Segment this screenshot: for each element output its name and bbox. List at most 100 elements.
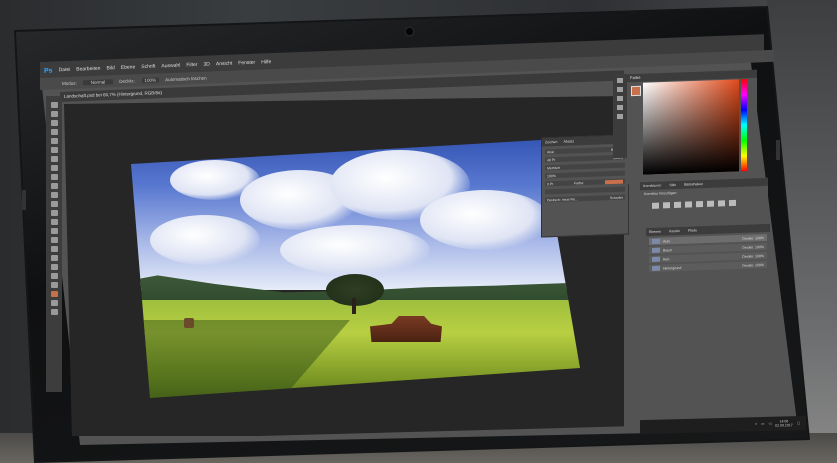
antialias-select[interactable]: Scharfer	[610, 195, 623, 199]
font-size-field[interactable]: 48 Pt	[547, 158, 555, 162]
screen-mode-icon[interactable]	[50, 309, 58, 315]
clock-date: 02.09.2017	[775, 423, 793, 428]
tab-bibliotheken[interactable]: Bibliotheken	[684, 182, 703, 187]
stamp-tool-icon[interactable]	[50, 174, 58, 180]
adjustments-panel: Korrekturen Stile Bibliotheken Korrektur…	[640, 177, 768, 229]
tab-stile[interactable]: Stile	[669, 183, 676, 187]
layer-opacity: Deckkr. 100%	[742, 235, 764, 241]
image-cloud	[150, 215, 260, 265]
language-select[interactable]: Deutsch: neue Re...	[547, 197, 578, 202]
menu-item-schrift[interactable]: Schrift	[141, 64, 155, 71]
tab-pfade[interactable]: Pfade	[688, 228, 697, 232]
marquee-tool-icon[interactable]	[50, 111, 58, 117]
notifications-icon[interactable]: ▢	[797, 421, 800, 425]
layer-name: Reh	[663, 256, 670, 262]
history-brush-tool-icon[interactable]	[50, 183, 58, 189]
webcam	[406, 28, 413, 35]
properties-icon[interactable]	[617, 87, 623, 92]
black-white-icon[interactable]	[729, 199, 736, 207]
more-tools-icon[interactable]	[50, 282, 58, 288]
modus-select[interactable]: Normal	[82, 78, 114, 85]
color-balance-icon[interactable]	[718, 200, 725, 207]
shape-tool-icon[interactable]	[50, 255, 58, 261]
kerning-select[interactable]: Metrisch	[547, 165, 560, 169]
color-panel: Farbe	[627, 69, 757, 185]
menu-item-bearbeiten[interactable]: Bearbeiten	[76, 66, 100, 73]
dodge-tool-icon[interactable]	[50, 219, 58, 225]
layer-row[interactable]: Hintergrund Deckkr. 100%	[649, 260, 767, 273]
color-label: Farbe:	[574, 180, 585, 185]
tools-panel	[46, 96, 62, 392]
layer-thumbnail	[652, 265, 660, 271]
foreground-color-swatch[interactable]	[50, 291, 58, 297]
layers-panel: Ebenen Kanäle Pfade Auto Deckkr. 100% Ba…	[646, 223, 770, 419]
deckkraft-label: Deckkr.:	[119, 77, 136, 84]
type-tool-icon[interactable]	[50, 237, 58, 243]
layer-opacity: Deckkr. 100%	[742, 262, 764, 268]
healing-tool-icon[interactable]	[50, 156, 58, 162]
tab-absatz[interactable]: Absatz	[563, 139, 574, 143]
path-select-tool-icon[interactable]	[50, 246, 58, 252]
system-clock[interactable]: 14:06 02.09.2017	[775, 419, 793, 427]
move-tool-icon[interactable]	[50, 102, 58, 108]
deckkraft-field[interactable]: 100%	[141, 76, 160, 83]
history-icon[interactable]	[617, 78, 623, 83]
volume-icon[interactable]: ◁	[768, 422, 771, 426]
tab-kanaele[interactable]: Kanäle	[669, 229, 680, 233]
levels-icon[interactable]	[663, 202, 670, 209]
info-icon[interactable]	[617, 96, 623, 101]
scale-field[interactable]: 100%	[547, 174, 556, 178]
menu-item-filter[interactable]: Filter	[186, 62, 197, 68]
language-row: Deutsch: neue Re... Scharfer	[545, 194, 625, 203]
blur-tool-icon[interactable]	[50, 210, 58, 216]
menu-item-ansicht[interactable]: Ansicht	[216, 61, 232, 68]
style-buttons-row[interactable]	[545, 186, 625, 195]
exposure-icon[interactable]	[685, 201, 692, 208]
brightness-icon[interactable]	[652, 202, 659, 209]
tab-korrekturen[interactable]: Korrekturen	[643, 183, 661, 188]
vibrance-icon[interactable]	[696, 201, 703, 208]
font-family-select[interactable]: Arial	[547, 150, 554, 154]
photo-scene: Ps Datei Bearbeiten Bild Ebene Schrift A…	[0, 0, 837, 463]
hand-tool-icon[interactable]	[50, 264, 58, 270]
eraser-tool-icon[interactable]	[50, 192, 58, 198]
menu-item-3d[interactable]: 3D	[203, 61, 209, 67]
adjustment-buttons	[640, 194, 768, 214]
menu-item-datei[interactable]: Datei	[59, 67, 71, 73]
tab-ebenen[interactable]: Ebenen	[649, 230, 661, 234]
layer-thumbnail	[652, 247, 660, 253]
quick-mask-icon[interactable]	[50, 300, 58, 306]
foreground-background-swatch[interactable]	[631, 85, 641, 97]
character-icon[interactable]	[617, 114, 623, 119]
menu-item-fenster[interactable]: Fenster	[238, 60, 255, 67]
zoom-tool-icon[interactable]	[50, 273, 58, 279]
paragraph-icon[interactable]	[617, 105, 623, 110]
baseline-field[interactable]: 0 Pt	[547, 182, 553, 186]
menu-item-auswahl[interactable]: Auswahl	[161, 63, 180, 70]
layer-name: Baum	[663, 247, 673, 253]
crop-tool-icon[interactable]	[50, 138, 58, 144]
panel-dock	[613, 74, 627, 158]
chevron-up-icon[interactable]: ˄	[755, 422, 757, 426]
menu-item-bild[interactable]: Bild	[106, 65, 114, 71]
layer-thumbnail	[652, 238, 660, 244]
text-color-swatch[interactable]	[604, 179, 623, 184]
network-icon[interactable]: ▭	[761, 422, 764, 426]
tracking-row: Metrisch	[545, 162, 625, 171]
curves-icon[interactable]	[674, 201, 681, 209]
pen-tool-icon[interactable]	[50, 228, 58, 234]
gradient-tool-icon[interactable]	[50, 201, 58, 207]
menu-item-hilfe[interactable]: Hilfe	[261, 59, 271, 65]
quick-select-tool-icon[interactable]	[50, 129, 58, 135]
tab-zeichen[interactable]: Zeichen	[545, 140, 557, 144]
menu-item-ebene[interactable]: Ebene	[121, 64, 135, 71]
auto-erase-checkbox[interactable]: Automatisch löschen	[165, 75, 207, 82]
lasso-tool-icon[interactable]	[50, 120, 58, 126]
color-picker-field[interactable]	[643, 79, 739, 175]
hue-slider[interactable]	[741, 79, 747, 172]
brush-tool-icon[interactable]	[50, 165, 58, 171]
eyedropper-tool-icon[interactable]	[50, 147, 58, 153]
layer-opacity: Deckkr. 100%	[742, 244, 764, 250]
hue-saturation-icon[interactable]	[707, 200, 714, 207]
layer-name: Auto	[663, 238, 671, 244]
